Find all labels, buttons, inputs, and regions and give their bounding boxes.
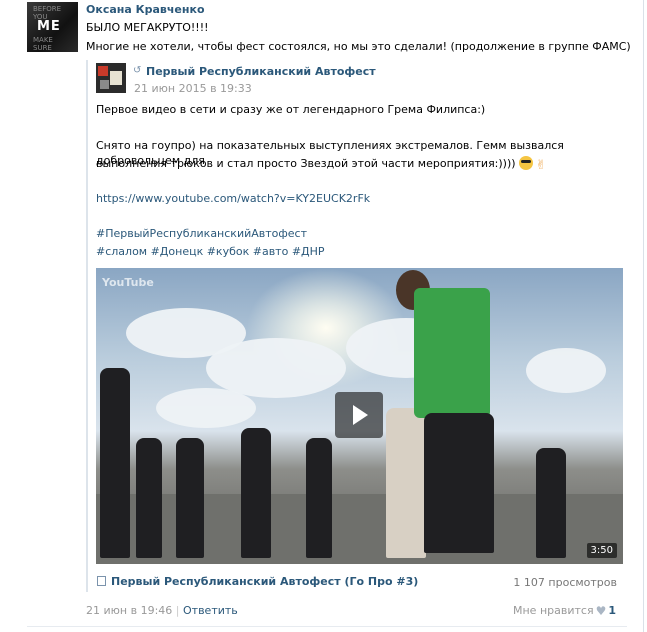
cloud — [526, 348, 606, 393]
post-text-line: БЫЛО МЕГАКРУТО!!!! — [86, 21, 209, 34]
footer-separator: | — [175, 604, 180, 617]
repost-icon: ↺ — [133, 65, 142, 76]
like-label: Мне нравится — [513, 604, 594, 617]
hashtag-line[interactable]: #слалом #Донецк #кубок #авто #ДНР — [96, 244, 325, 259]
avatar-label: ME — [37, 19, 61, 34]
video-thumbnail[interactable]: YouTube 3:50 — [96, 268, 623, 564]
green-shirt — [414, 288, 490, 418]
repost-date[interactable]: 21 июн 2015 в 19:33 — [134, 82, 252, 95]
victory-hand-emoji: ✌ — [535, 158, 547, 173]
video-duration: 3:50 — [586, 543, 617, 558]
group-name[interactable]: Первый Республиканский Автофест — [146, 65, 376, 78]
view-count: 1 107 просмотров — [513, 576, 617, 589]
person-figure — [386, 408, 426, 558]
like-button[interactable]: Мне нравится ♥ 1 — [513, 604, 616, 618]
post-footer: 21 июн в 19:46 | Ответить — [86, 604, 238, 617]
person-figure — [241, 428, 271, 558]
person-figure — [100, 368, 130, 558]
person-figure — [306, 438, 332, 558]
author-name[interactable]: Оксана Кравченко — [86, 3, 205, 16]
repost-quote-bar — [86, 60, 88, 592]
person-figure — [136, 438, 162, 558]
video-title[interactable]: Первый Республиканский Автофест (Го Про … — [111, 575, 418, 588]
person-figure — [176, 438, 204, 558]
play-icon[interactable] — [335, 392, 383, 438]
sunglasses-emoji — [518, 156, 533, 170]
right-border — [643, 0, 644, 632]
cloud — [156, 388, 256, 428]
person-figure — [536, 448, 566, 558]
video-url-link[interactable]: https://www.youtube.com/watch?v=KY2EUCK2… — [96, 191, 370, 206]
repost-text-line: Первое видео в сети и сразу же от легенд… — [96, 103, 486, 116]
repost-text-segment: выполнения трюков и стал просто Звездой … — [96, 157, 516, 170]
avatar-decor-text: MAKE SURE — [33, 36, 53, 52]
post-date[interactable]: 21 июн в 19:46 — [86, 604, 172, 617]
post-divider — [27, 626, 627, 627]
post-text-line: Многие не хотели, чтобы фест состоялся, … — [86, 40, 631, 53]
reply-button[interactable]: Ответить — [183, 604, 238, 617]
video-icon — [97, 576, 106, 586]
hashtag-line[interactable]: #ПервыйРеспубликанскийАвтофест — [96, 226, 307, 241]
heart-icon: ♥ — [595, 604, 607, 618]
repost-text-line: выполнения трюков и стал просто Звездой … — [96, 156, 546, 173]
like-count: 1 — [608, 604, 616, 617]
group-avatar[interactable] — [96, 63, 126, 93]
youtube-watermark: YouTube — [102, 276, 154, 289]
author-avatar[interactable]: BEFORE YOU ME MAKE SURE — [27, 2, 78, 52]
person-figure — [424, 413, 494, 553]
